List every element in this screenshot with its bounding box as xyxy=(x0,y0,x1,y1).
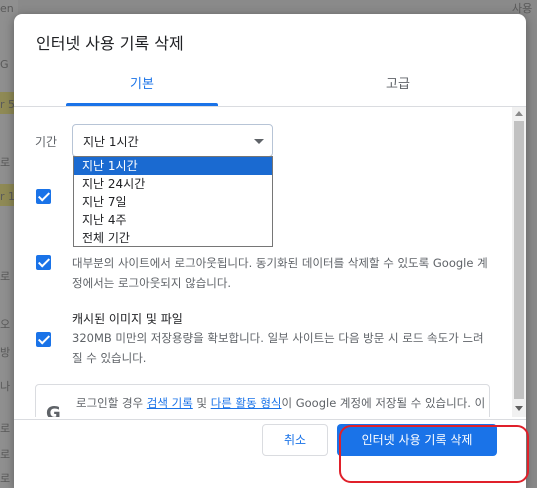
background-text: r 5 xyxy=(0,98,16,111)
google-account-info-box: G 로그인할 경우 검색 기록 및 다른 활동 형식이 Google 계정에 저… xyxy=(35,384,490,417)
time-range-option[interactable]: 지난 4주 xyxy=(74,211,272,229)
dialog-title: 인터넷 사용 기록 삭제 xyxy=(36,34,184,53)
background-text: G xyxy=(0,58,9,71)
google-icon: G xyxy=(46,403,61,417)
content-scrollbar[interactable] xyxy=(512,107,526,417)
cache-checkbox[interactable] xyxy=(36,332,51,347)
background-text: 로 xyxy=(0,270,11,283)
info-text-part: 및 xyxy=(192,396,211,410)
time-range-option[interactable]: 지난 24시간 xyxy=(74,175,272,193)
time-range-dropdown: 지난 1시간 지난 24시간 지난 7일 지난 4주 전체 기간 xyxy=(73,156,273,247)
background-text: 오 xyxy=(0,318,11,331)
background-text: 방 xyxy=(0,346,11,359)
clear-browsing-data-dialog: 인터넷 사용 기록 삭제 기본 고급 기간 지난 1시간 지난 1시간 지난 2… xyxy=(14,14,526,488)
tab-bar: 기본 고급 xyxy=(14,66,526,106)
cookies-checkbox[interactable] xyxy=(36,255,51,270)
cache-description: 320MB 미만의 저장용량을 확보합니다. 일부 사이트는 다음 방문 시 로… xyxy=(72,331,484,365)
cancel-button[interactable]: 취소 xyxy=(262,424,328,456)
footer-divider xyxy=(14,419,526,420)
scroll-thumb[interactable] xyxy=(514,121,524,399)
info-text: 로그인할 경우 검색 기록 및 다른 활동 형식이 Google 계정에 저장될… xyxy=(76,393,486,417)
tab-advanced[interactable]: 고급 xyxy=(270,66,526,106)
cache-title: 캐시된 이미지 및 파일 xyxy=(72,312,183,326)
browsing-history-checkbox[interactable] xyxy=(36,189,51,204)
cookies-description: 대부분의 사이트에서 로그아웃됩니다. 동기화된 데이터를 삭제할 수 있도록 … xyxy=(72,256,488,290)
background-text: 나 xyxy=(0,380,11,393)
time-range-option[interactable]: 전체 기간 xyxy=(74,229,272,247)
tab-basic[interactable]: 기본 xyxy=(14,66,270,106)
scroll-down-arrow-icon[interactable] xyxy=(515,406,523,411)
background-text: 로 xyxy=(0,448,11,461)
time-range-option[interactable]: 지난 1시간 xyxy=(74,157,272,175)
background-text: en xyxy=(0,2,14,15)
background-text: 로 xyxy=(0,472,11,485)
time-range-selected-value: 지난 1시간 xyxy=(83,135,139,149)
background-text: 로 xyxy=(0,422,11,435)
time-range-option[interactable]: 지난 7일 xyxy=(74,193,272,211)
info-text-part: 로그인할 경우 xyxy=(76,396,147,410)
scroll-up-arrow-icon[interactable] xyxy=(515,111,523,116)
search-history-link[interactable]: 검색 기록 xyxy=(147,396,193,410)
other-activity-link[interactable]: 다른 활동 형식 xyxy=(211,396,282,410)
dialog-content: 기간 지난 1시간 지난 1시간 지난 24시간 지난 7일 지난 4주 전체 … xyxy=(14,107,526,417)
clear-data-button[interactable]: 인터넷 사용 기록 삭제 xyxy=(337,424,497,456)
background-text: r 1 xyxy=(0,190,16,203)
background-text: 로 xyxy=(0,156,11,169)
time-range-label: 기간 xyxy=(35,135,58,149)
dropdown-arrow-icon xyxy=(254,139,264,144)
time-range-select[interactable]: 지난 1시간 xyxy=(72,124,273,157)
